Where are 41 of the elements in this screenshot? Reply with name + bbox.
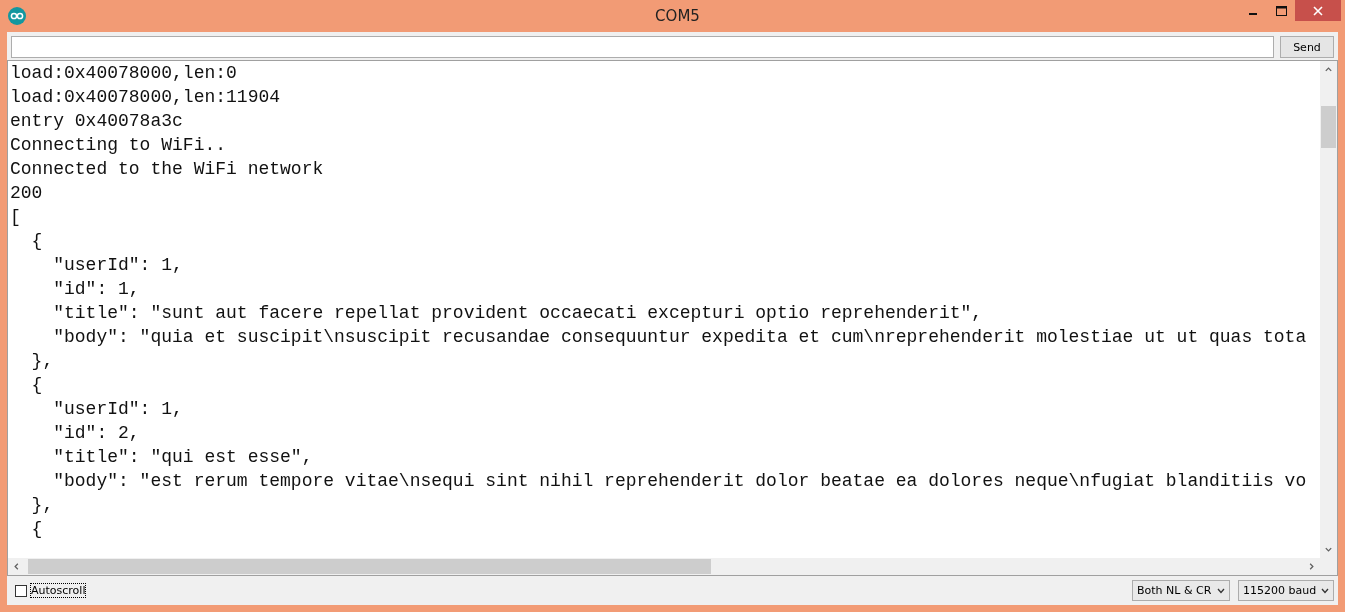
output-line: load:0x40078000,len:0 [10,62,237,85]
scroll-right-icon[interactable] [1307,562,1316,571]
output-line: "userId": 1, [52,398,183,421]
output-line: Connecting to WiFi.. [10,134,227,157]
message-input-field[interactable] [11,36,1274,58]
autoscroll-checkbox[interactable] [15,584,27,597]
scroll-thumb[interactable] [1321,106,1336,148]
output-line: { [30,374,43,397]
line-ending-dropdown[interactable]: Both NL & CR [1132,580,1230,601]
output-line: "title": "sunt aut facere repellat provident occaecati excepturi optio reprehenderit", [52,302,983,325]
window-title: COM5 [654,7,701,25]
maximize-icon [1275,5,1287,16]
app-logo-icon [8,7,26,25]
output-line: "body": "est rerum tempore vitae\nsequi sint nihil reprehenderit dolor beatae ea dolores neque\nfugiat blanditiis vo [52,470,1307,493]
minimize-icon [1249,12,1257,15]
output-line: Connected to the WiFi network [10,158,324,181]
baud-rate-dropdown[interactable]: 115200 baud [1238,580,1334,601]
scroll-up-icon[interactable] [1324,65,1333,74]
output-line: "title": "qui est esse", [52,446,313,469]
output-line: "id": 1, [52,278,140,301]
send-button[interactable]: Send [1280,36,1334,58]
output-line: "body": "quia et suscipit\nsuscipit recusandae consequuntur expedita et cum\nreprehenderit molestiae ut ut quas tota [52,326,1307,349]
output-line: { [30,230,43,253]
output-line: }, [30,494,54,517]
scroll-down-icon[interactable] [1324,545,1333,554]
output-line: "id": 2, [52,422,140,445]
scroll-left-icon[interactable] [12,562,21,571]
output-line: }, [30,350,54,373]
vertical-scrollbar[interactable] [1320,61,1337,558]
close-icon [1313,5,1323,16]
output-line: entry 0x40078a3c [10,110,183,133]
output-line: { [30,518,43,541]
output-line: "userId": 1, [52,254,183,277]
autoscroll-label[interactable]: Autoscroll [31,584,86,597]
caret-icon [1217,587,1225,594]
scroll-thumb[interactable] [28,559,711,574]
output-line: [ [10,206,21,229]
horizontal-scrollbar[interactable] [8,558,1320,575]
output-line: 200 [10,182,43,205]
output-line: load:0x40078000,len:11904 [10,86,281,109]
caret-icon [1321,587,1329,594]
